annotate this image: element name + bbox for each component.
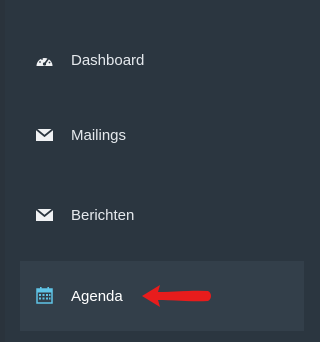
sidebar-item-label: Agenda [71,287,123,305]
sidebar-edge [0,0,5,342]
sidebar-item-berichten[interactable]: Berichten [20,180,304,250]
red-arrow-annotation [142,285,211,307]
envelope-icon [35,128,54,141]
sidebar-item-label: Berichten [71,206,135,224]
sidebar-item-label: Mailings [71,126,127,144]
sidebar-item-mailings[interactable]: Mailings [20,100,304,170]
sidebar-item-label: Dashboard [71,51,145,69]
calendar-icon [36,287,53,304]
sidebar-nav: Dashboard Mailings Berichten Agenda [0,0,307,342]
sidebar-item-dashboard[interactable]: Dashboard [20,25,304,95]
dashboard-icon [36,58,53,66]
envelope-icon [35,208,54,221]
